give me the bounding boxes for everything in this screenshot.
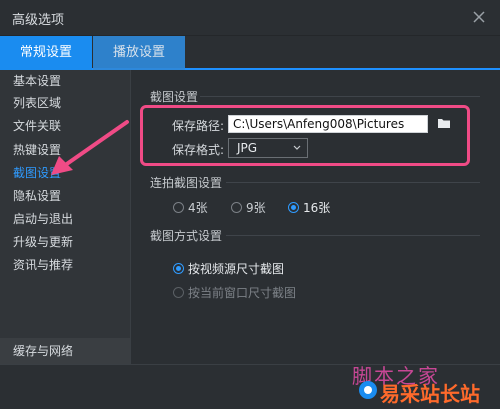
section-divider <box>226 182 480 183</box>
mode-option-label: 按当前窗口尺寸截图 <box>188 286 297 300</box>
burst-option-16[interactable]: 16张 <box>288 199 330 216</box>
radio-icon <box>173 202 184 213</box>
radio-icon <box>288 202 299 213</box>
window-title: 高级选项 <box>12 13 65 28</box>
mode-section-title: 截图方式设置 <box>150 229 223 243</box>
tab-bar: 常规设置 播放设置 <box>0 36 500 70</box>
mode-option-window: 按当前窗口尺寸截图 <box>173 284 296 301</box>
burst-option-9[interactable]: 9张 <box>231 199 266 216</box>
tab-general-settings[interactable]: 常规设置 <box>0 36 92 70</box>
sidebar-item-startup-exit[interactable]: 启动与退出 <box>0 208 130 230</box>
tab-playback-settings[interactable]: 播放设置 <box>93 36 185 70</box>
pointer-arrow-icon <box>51 120 129 175</box>
sidebar-item-list-area[interactable]: 列表区域 <box>0 92 130 114</box>
sidebar-item-news[interactable]: 资讯与推荐 <box>0 254 130 276</box>
burst-option-label: 4张 <box>188 201 208 215</box>
radio-icon <box>231 202 242 213</box>
sidebar-item-cache-network[interactable]: 缓存与网络 <box>0 338 130 364</box>
burst-option-4[interactable]: 4张 <box>173 199 208 216</box>
sidebar-divider <box>130 70 131 364</box>
sidebar-item-upgrade[interactable]: 升级与更新 <box>0 231 130 253</box>
watermark-site-name: 易采站长站 <box>380 382 480 406</box>
burst-section-title: 连拍截图设置 <box>150 176 223 190</box>
sidebar: 基本设置 列表区域 文件关联 热键设置 截图设置 隐私设置 启动与退出 升级与更… <box>0 70 130 364</box>
title-bar: 高级选项 <box>0 0 500 36</box>
section-divider <box>200 96 480 97</box>
section-divider <box>226 235 480 236</box>
site-logo-icon <box>359 381 377 399</box>
mode-option-label: 按视频源尺寸截图 <box>188 262 285 276</box>
radio-icon <box>173 287 184 298</box>
mode-option-video-source[interactable]: 按视频源尺寸截图 <box>173 260 284 277</box>
sidebar-item-privacy[interactable]: 隐私设置 <box>0 185 130 207</box>
sidebar-item-basic[interactable]: 基本设置 <box>0 70 130 92</box>
radio-icon <box>173 263 184 274</box>
screenshot-section-title: 截图设置 <box>150 90 199 104</box>
burst-option-label: 16张 <box>303 201 331 215</box>
close-icon[interactable] <box>470 8 488 26</box>
burst-option-label: 9张 <box>246 201 266 215</box>
highlight-box <box>140 105 470 166</box>
